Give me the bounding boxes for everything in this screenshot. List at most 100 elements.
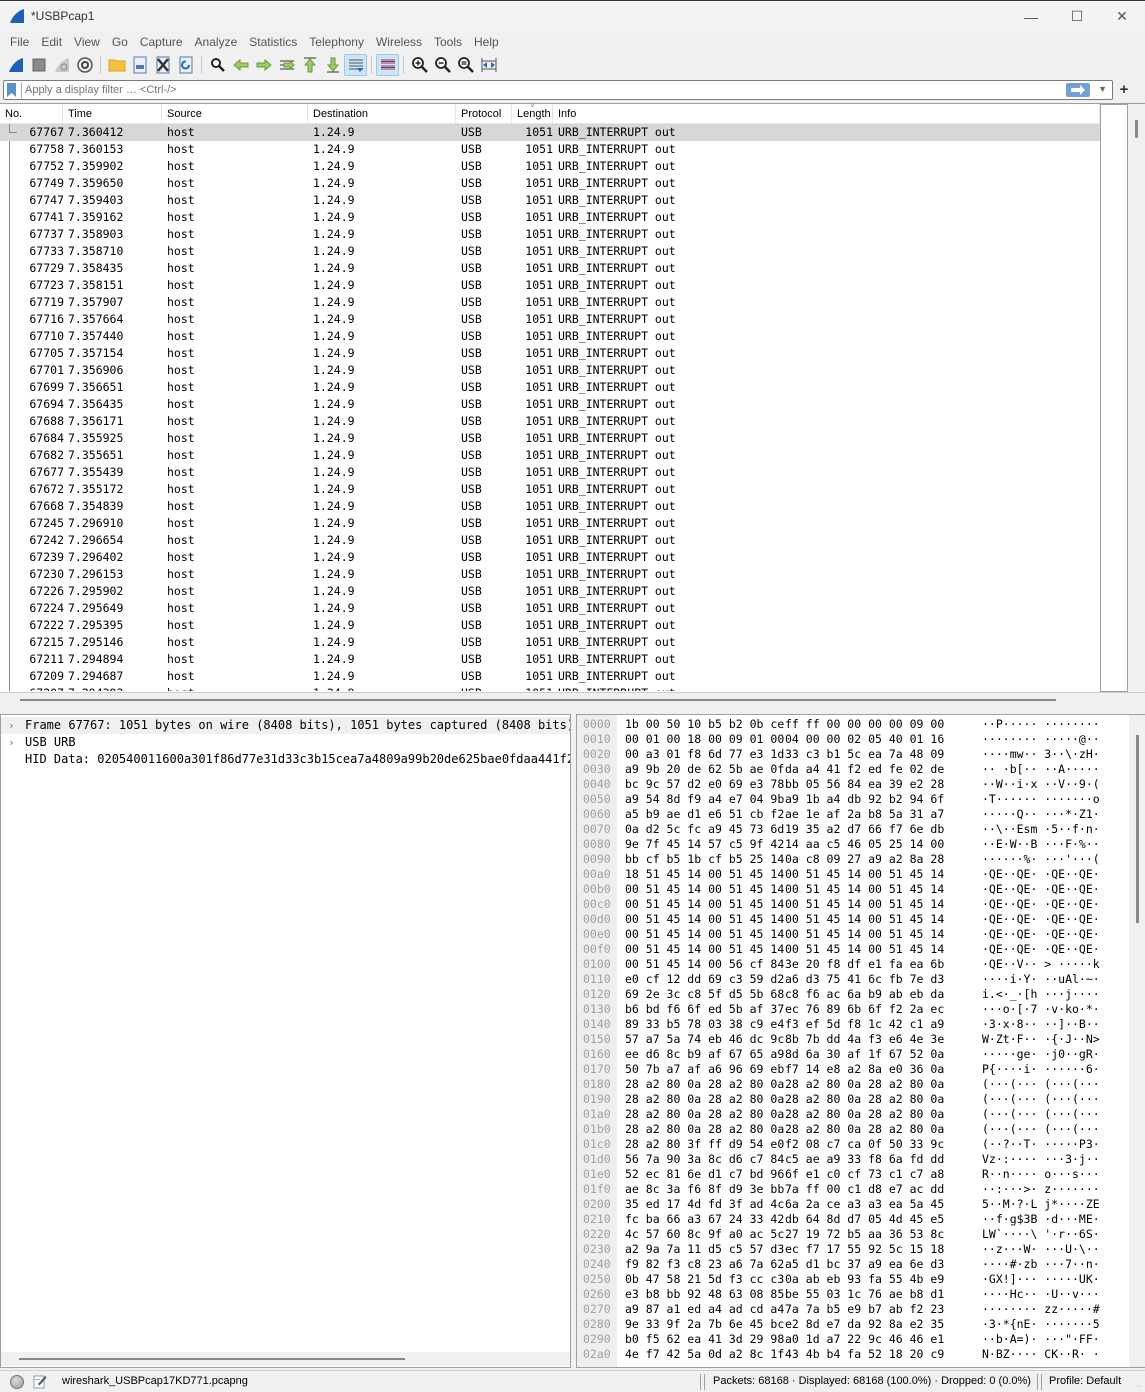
hex-ascii[interactable]: ·QE··QE· ·QE··QE· — [982, 867, 1100, 882]
hex-ascii[interactable]: ····Hc·· ·U··v··· — [982, 1287, 1100, 1302]
hex-ascii[interactable]: (···(··· (···(··· — [982, 1107, 1100, 1122]
hex-bytes[interactable]: da a4 41 f2 ed fe 02 de — [785, 762, 944, 777]
hex-bytes[interactable]: db 64 8d d7 05 4d 45 e5 — [785, 1212, 944, 1227]
close-button[interactable]: ✕ — [1099, 1, 1145, 32]
packet-row[interactable]: 67688 7.356171 host 1.24.9 USB 1051 URB_INTERR… — [0, 413, 1100, 430]
packet-row[interactable]: 67209 7.294687 host 1.24.9 USB 1051 URB_INTERR… — [0, 668, 1100, 685]
hex-ascii[interactable]: ·T······ ·······o — [982, 792, 1100, 807]
hex-bytes[interactable]: 00 51 45 14 00 51 45 14 — [625, 927, 784, 942]
hex-ascii[interactable]: 5··M·?·L j*····ZE — [982, 1197, 1100, 1212]
hex-bytes[interactable]: 28 a2 80 0a 28 a2 80 0a — [625, 1077, 784, 1092]
hex-ascii[interactable]: ·QE··V·· > ·····k — [982, 957, 1100, 972]
hex-ascii[interactable]: ········ zz·····# — [982, 1302, 1100, 1317]
hex-bytes[interactable]: 0a c8 09 27 a9 a2 8a 28 — [785, 852, 944, 867]
hex-bytes[interactable]: c5 ae a9 33 f8 6a fd dd — [785, 1152, 944, 1167]
hex-ascii[interactable]: (··?··T· ·····P3· — [982, 1137, 1100, 1152]
packet-stats[interactable]: Packets: 68168 · Displayed: 68168 (100.0… — [713, 1375, 1031, 1387]
packet-row[interactable]: 67723 7.358151 host 1.24.9 USB 1051 URB_INTERR… — [0, 277, 1100, 294]
hex-ascii[interactable]: ·····Q·· ···*·Z1· — [982, 807, 1100, 822]
menu-edit[interactable]: Edit — [35, 35, 68, 49]
hex-bytes[interactable]: 00 51 45 14 00 56 cf 84 — [625, 957, 784, 972]
zoom-in-button[interactable] — [408, 54, 431, 76]
packet-list-vertical-scrollbar[interactable] — [1128, 104, 1145, 692]
menu-analyze[interactable]: Analyze — [189, 35, 244, 49]
detail-tree-item[interactable]: › Frame 67767: 1051 bytes on wire (8408 b… — [1, 717, 570, 734]
hex-bytes[interactable]: 00 51 45 14 00 51 45 14 — [625, 882, 784, 897]
packet-row[interactable]: 67716 7.357664 host 1.24.9 USB 1051 URB_INTERR… — [0, 311, 1100, 328]
packet-row[interactable]: 67245 7.296910 host 1.24.9 USB 1051 URB_INTERR… — [0, 515, 1100, 532]
hex-bytes[interactable]: f2 08 c7 ca 0f 50 33 9c — [785, 1137, 944, 1152]
hex-ascii[interactable]: ····i·Y· ··uAl·~· — [982, 972, 1100, 987]
hex-bytes[interactable]: 28 a2 80 0a 28 a2 80 0a — [785, 1077, 944, 1092]
packet-row[interactable]: 67684 7.355925 host 1.24.9 USB 1051 URB_INTERR… — [0, 430, 1100, 447]
hex-bytes[interactable]: 00 a3 01 f8 6d 77 e3 1d — [625, 747, 784, 762]
hex-bytes[interactable]: ff ff 00 00 00 00 09 00 — [785, 717, 944, 732]
hex-ascii[interactable]: ··f·g$3B ·d···ME· — [982, 1212, 1100, 1227]
expand-arrow-icon[interactable]: › — [8, 734, 15, 751]
hex-bytes[interactable]: 00 51 45 14 00 51 45 14 — [625, 912, 784, 927]
packet-row[interactable]: 67677 7.355439 host 1.24.9 USB 1051 URB_INTERR… — [0, 464, 1100, 481]
column-header-length[interactable]: ˅ Length — [512, 100, 553, 124]
go-back-button[interactable] — [229, 54, 252, 76]
auto-scroll-button[interactable] — [344, 54, 367, 76]
hex-bytes[interactable]: 00 51 45 14 00 51 45 14 — [785, 867, 944, 882]
hex-ascii[interactable]: ··E·W··B ···F·%·· — [982, 837, 1100, 852]
go-last-button[interactable] — [321, 54, 344, 76]
hex-bytes[interactable]: 00 01 00 18 00 09 01 00 — [625, 732, 784, 747]
hex-bytes[interactable]: a5 b9 ae d1 e6 51 cb f2 — [625, 807, 784, 822]
details-horizontal-scrollbar[interactable] — [1, 1352, 570, 1366]
packet-row[interactable]: 67224 7.295649 host 1.24.9 USB 1051 URB_INTERR… — [0, 600, 1100, 617]
hex-bytes[interactable]: 6f e1 c0 cf 73 c1 c7 a8 — [785, 1167, 944, 1182]
hex-ascii[interactable]: ·3·x·8·· ··]··B·· — [982, 1017, 1100, 1032]
hex-bytes[interactable]: 69 2e 3c c8 5f d5 5b 68 — [625, 987, 784, 1002]
hex-bytes[interactable]: 9e 7f 45 14 57 c5 9f 42 — [625, 837, 784, 852]
packet-row[interactable]: 67741 7.359162 host 1.24.9 USB 1051 URB_INTERR… — [0, 209, 1100, 226]
capture-options-button[interactable] — [73, 54, 96, 76]
hex-bytes[interactable]: 3e 20 f8 df e1 fa ea 6b — [785, 957, 944, 972]
hex-ascii[interactable]: ··\··Esm ·5··f·n· — [982, 822, 1100, 837]
menu-view[interactable]: View — [68, 35, 106, 49]
apply-filter-button[interactable] — [1066, 83, 1090, 97]
close-file-button[interactable] — [151, 54, 174, 76]
hex-ascii[interactable]: ··W··i·x ··V··9·( — [982, 777, 1100, 792]
packet-row[interactable]: 67747 7.359403 host 1.24.9 USB 1051 URB_INTERR… — [0, 192, 1100, 209]
hex-bytes[interactable]: ae 8c 3a f6 8f d9 3e bb — [625, 1182, 784, 1197]
column-header-destination[interactable]: Destination — [308, 104, 456, 124]
scrollbar-thumb[interactable] — [20, 699, 1056, 701]
capture-status-icon[interactable] — [10, 1375, 24, 1389]
hex-bytes[interactable]: 28 a2 80 3f ff d9 54 e0 — [625, 1137, 784, 1152]
packet-row[interactable]: 67752 7.359902 host 1.24.9 USB 1051 URB_INTERR… — [0, 158, 1100, 175]
hex-bytes[interactable]: 35 ed 17 4d fd 3f ad 4c — [625, 1197, 784, 1212]
start-capture-button[interactable] — [4, 54, 27, 76]
hex-ascii[interactable]: LW`····\ '·r··6S· — [982, 1227, 1100, 1242]
go-to-packet-button[interactable] — [275, 54, 298, 76]
hex-ascii[interactable]: ········ ·····@·· — [982, 732, 1100, 747]
column-header-source[interactable]: Source — [162, 104, 308, 124]
hex-bytes[interactable]: 4e f7 42 5a 0d a2 8c 1f — [625, 1347, 784, 1362]
hex-bytes[interactable]: be 55 03 1c 76 ae b8 d1 — [785, 1287, 944, 1302]
hex-ascii[interactable]: Vz·:···· ···3·j·· — [982, 1152, 1100, 1167]
hex-bytes[interactable]: 28 a2 80 0a 28 a2 80 0a — [625, 1107, 784, 1122]
hex-bytes[interactable]: ae 1e af 2a b8 5a 31 a7 — [785, 807, 944, 822]
hex-ascii[interactable]: (···(··· (···(··· — [982, 1092, 1100, 1107]
open-file-button[interactable] — [105, 54, 128, 76]
packet-row[interactable]: 67211 7.294894 host 1.24.9 USB 1051 URB_INTERR… — [0, 651, 1100, 668]
hex-ascii[interactable]: ·QE··QE· ·QE··QE· — [982, 882, 1100, 897]
menu-wireless[interactable]: Wireless — [370, 35, 428, 49]
scrollbar-thumb[interactable] — [1135, 120, 1138, 138]
hex-bytes[interactable]: a9 54 8d f9 a4 e7 04 9b — [625, 792, 784, 807]
pane-splitter[interactable] — [0, 707, 1145, 714]
hex-bytes[interactable]: 43 4b b4 fa 52 18 20 c9 — [785, 1347, 944, 1362]
hex-ascii[interactable]: i.<·_·[h ···j···· — [982, 987, 1100, 1002]
packet-list-horizontal-scrollbar[interactable] — [0, 692, 1145, 706]
colorize-button[interactable] — [376, 54, 399, 76]
hex-bytes[interactable]: a2 9a 7a 11 d5 c5 57 d3 — [625, 1242, 784, 1257]
minimize-button[interactable]: — — [1008, 1, 1054, 32]
go-forward-button[interactable] — [252, 54, 275, 76]
packet-row[interactable]: 67222 7.295395 host 1.24.9 USB 1051 URB_INTERR… — [0, 617, 1100, 634]
hex-bytes[interactable]: 89 33 b5 78 03 38 c9 e4 — [625, 1017, 784, 1032]
zoom-out-button[interactable] — [431, 54, 454, 76]
hex-ascii[interactable]: ··z···W· ···U·\·· — [982, 1242, 1100, 1257]
hex-bytes[interactable]: 18 51 45 14 00 51 45 14 — [625, 867, 784, 882]
hex-bytes[interactable]: a5 d1 bc 37 a9 ea 6e d3 — [785, 1257, 944, 1272]
